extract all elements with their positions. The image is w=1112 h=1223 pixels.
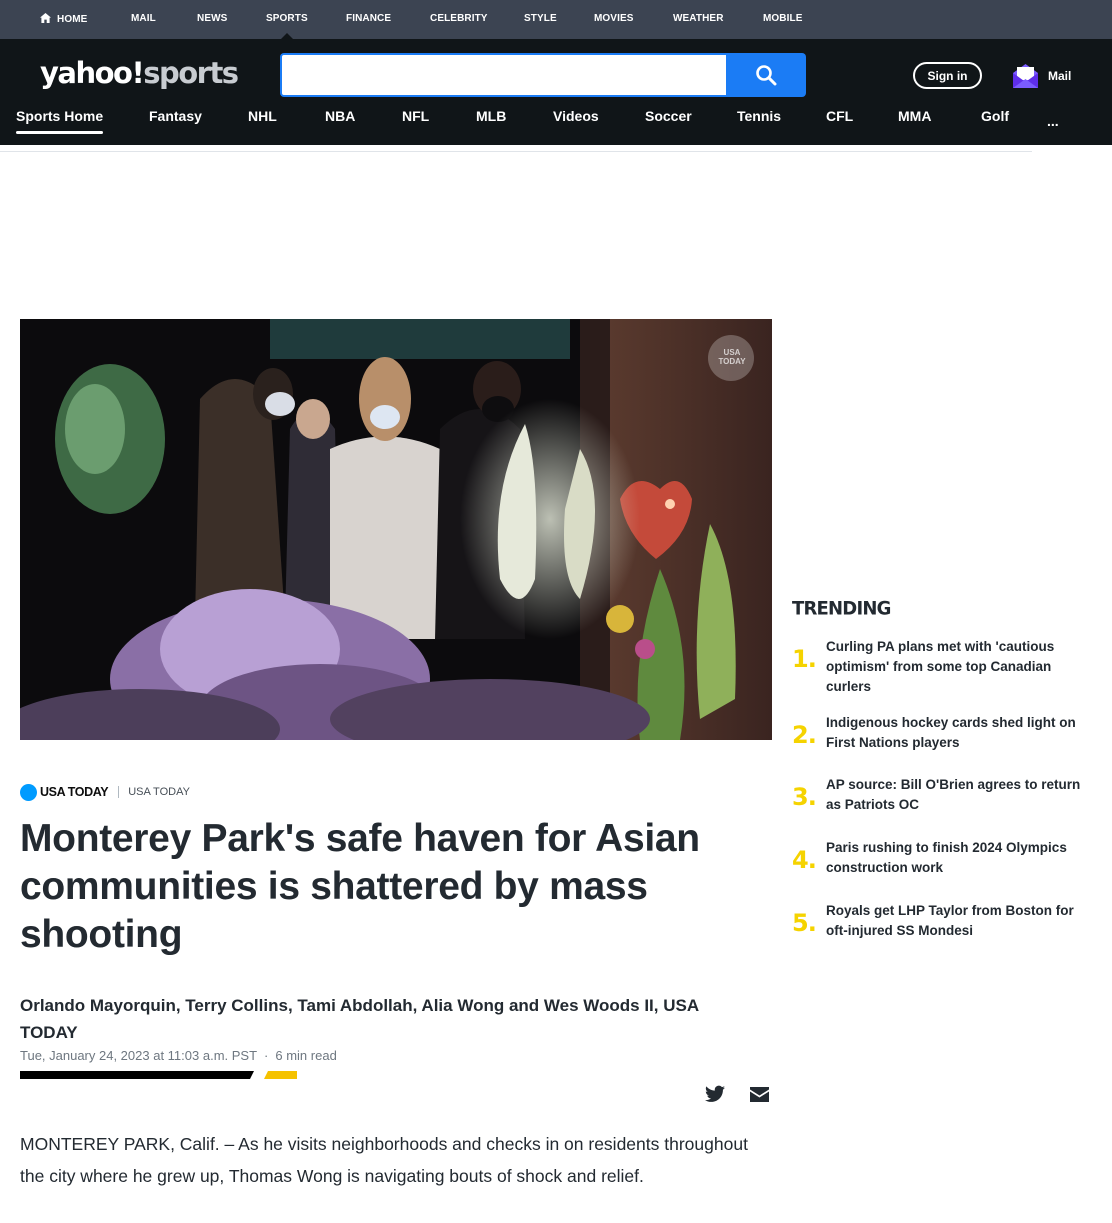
email-share-icon[interactable] (750, 1087, 769, 1102)
home-icon (40, 13, 51, 23)
sportsnav-nhl[interactable]: NHL (248, 108, 277, 124)
topnav-news[interactable]: NEWS (197, 13, 227, 24)
topnav-home-label: HOME (57, 14, 88, 25)
article-dateline: Tue, January 24, 2023 at 11:03 a.m. PST ·… (20, 1048, 337, 1063)
topnav-weather[interactable]: WEATHER (673, 13, 724, 24)
read-time: 6 min read (275, 1048, 337, 1063)
sportsnav-tennis[interactable]: Tennis (737, 108, 781, 124)
sportsnav-mlb[interactable]: MLB (476, 108, 506, 124)
article-authors: Orlando Mayorquin, Terry Collins, Tami A… (20, 996, 699, 1042)
logo-sub: sports (143, 56, 239, 90)
topnav-finance[interactable]: FINANCE (346, 13, 391, 24)
sportsnav-videos[interactable]: Videos (553, 108, 599, 124)
sportsnav-sports-home[interactable]: Sports Home (16, 108, 104, 134)
topnav-style[interactable]: STYLE (524, 13, 557, 24)
trending-item-link[interactable]: AP source: Bill O'Brien agrees to return… (826, 775, 1088, 815)
search-button[interactable] (726, 53, 806, 97)
article-hero-image[interactable]: USA TODAY (20, 319, 772, 740)
site-header: yahoo!sports Sign in Mail Sports Home Fa… (0, 39, 1112, 145)
article-body-paragraph: MONTEREY PARK, Calif. – As he visits nei… (20, 1134, 748, 1186)
hero-photo-illustration (20, 319, 772, 740)
sign-in-button[interactable]: Sign in (913, 62, 982, 89)
logo-main: yahoo! (40, 56, 145, 90)
usa-today-logo-icon (20, 783, 37, 801)
trending-item-number: 3. (792, 783, 817, 811)
search-bar (280, 53, 806, 97)
trending-item-link[interactable]: Indigenous hockey cards shed light on Fi… (826, 713, 1088, 753)
topnav-home[interactable]: HOME (40, 13, 87, 25)
source-name[interactable]: USA TODAY (128, 786, 190, 798)
trending-item-link[interactable]: Royals get LHP Taylor from Boston for of… (826, 901, 1088, 941)
article-source: USA TODAY USA TODAY (20, 783, 190, 801)
sportsnav-golf[interactable]: Golf (981, 108, 1009, 124)
dateline-separator: · (264, 1048, 269, 1063)
twitter-share-icon[interactable] (705, 1085, 725, 1103)
trending-title: TRENDING (792, 597, 891, 620)
sportsnav-nfl[interactable]: NFL (402, 108, 429, 124)
trending-item-number: 4. (792, 846, 817, 874)
mail-icon[interactable] (1013, 63, 1038, 89)
mail-link[interactable]: Mail (1048, 69, 1071, 83)
top-utility-bar: HOME MAIL NEWS SPORTS FINANCE CELEBRITY … (0, 0, 1112, 39)
hero-watermark: USA TODAY (718, 348, 746, 366)
topnav-mobile[interactable]: MOBILE (763, 13, 803, 24)
topnav-sports[interactable]: SPORTS (266, 13, 308, 39)
topnav-movies[interactable]: MOVIES (594, 13, 634, 24)
sportsnav-nba[interactable]: NBA (325, 108, 355, 124)
trending-item-number: 1. (792, 645, 817, 673)
trending-item-link[interactable]: Paris rushing to finish 2024 Olympics co… (826, 838, 1088, 878)
sportsnav-more-button[interactable]: ... (1047, 113, 1059, 129)
search-icon (756, 65, 777, 86)
sportsnav-mma[interactable]: MMA (898, 108, 931, 124)
yahoo-sports-logo[interactable]: yahoo!sports (40, 56, 239, 90)
trending-item-number: 2. (792, 721, 817, 749)
sportsnav-fantasy[interactable]: Fantasy (149, 108, 202, 124)
article-headline: Monterey Park's safe haven for Asian com… (20, 817, 700, 956)
topnav-celebrity[interactable]: CELEBRITY (430, 13, 488, 24)
topnav-mail[interactable]: MAIL (131, 13, 156, 24)
sportsnav-cfl[interactable]: CFL (826, 108, 853, 124)
reading-progress-bar (20, 1071, 297, 1079)
usa-today-logo[interactable]: USA TODAY (40, 785, 109, 799)
source-divider (118, 786, 120, 798)
trending-item-number: 5. (792, 909, 817, 937)
publish-date: Tue, January 24, 2023 at 11:03 a.m. PST (20, 1048, 258, 1063)
trending-item-link[interactable]: Curling PA plans met with 'cautious opti… (826, 637, 1088, 697)
header-divider (0, 151, 1032, 152)
search-input[interactable] (280, 53, 727, 97)
sportsnav-soccer[interactable]: Soccer (645, 108, 692, 124)
